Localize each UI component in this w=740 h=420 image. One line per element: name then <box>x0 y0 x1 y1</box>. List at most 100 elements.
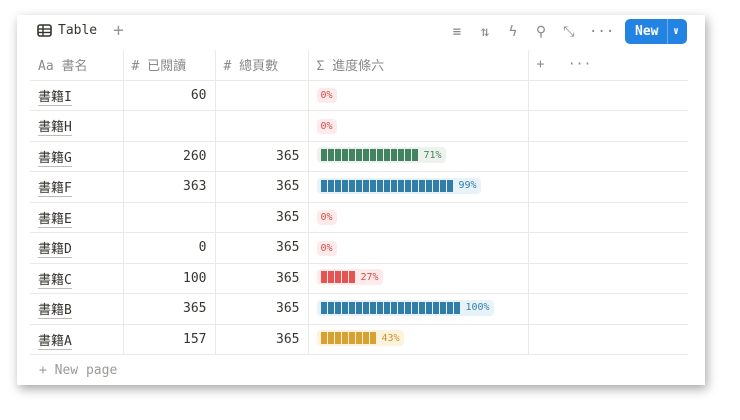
progress-block <box>341 179 348 192</box>
progress-block <box>348 271 355 284</box>
more-icon[interactable]: ··· <box>589 24 614 40</box>
progress-block <box>439 301 446 314</box>
expand-icon[interactable]: ⤡ <box>561 24 577 40</box>
row-title[interactable]: 書籍H <box>38 120 72 137</box>
column-header-total[interactable]: # 總頁數 <box>215 50 309 81</box>
progress-block <box>453 301 460 314</box>
row-title[interactable]: 書籍F <box>38 181 72 198</box>
lightning-icon[interactable]: ϟ <box>505 24 521 40</box>
progress-block <box>320 149 327 162</box>
row-title[interactable]: 書籍I <box>38 89 72 106</box>
cell-read[interactable]: 100 <box>123 263 216 294</box>
tab-table[interactable]: Table <box>37 23 97 38</box>
table-row[interactable]: 書籍I 60 0% <box>30 80 688 111</box>
cell-name[interactable]: 書籍F <box>30 171 124 203</box>
progress-label: 0% <box>320 90 333 102</box>
new-button[interactable]: New ∨ <box>625 19 687 44</box>
table-view: Table + ≡ ⇅ ϟ ⚲ ⤡ ··· New ∨ Aa 書名 # 已閱讀 … <box>17 15 705 385</box>
progress-block <box>404 149 411 162</box>
cell-name[interactable]: 書籍A <box>30 324 124 355</box>
progress-block <box>348 332 355 345</box>
search-icon[interactable]: ⚲ <box>533 24 549 40</box>
cell-total[interactable]: 365 <box>215 324 309 355</box>
progress-block <box>341 271 348 284</box>
add-column-button[interactable]: + <box>537 57 545 72</box>
progress-block <box>320 179 327 192</box>
progress-bar: 0% <box>316 88 337 104</box>
progress-bar: 99% <box>316 177 481 194</box>
new-button-label: New <box>635 24 659 39</box>
sort-icon[interactable]: ⇅ <box>477 24 493 40</box>
cell-progress: 27% <box>308 263 529 294</box>
progress-block <box>327 149 334 162</box>
cell-total[interactable]: 365 <box>215 293 309 325</box>
table-row[interactable]: 書籍H 0% <box>30 110 688 142</box>
cell-read[interactable] <box>123 202 216 233</box>
add-view-button[interactable]: + <box>113 20 124 41</box>
cell-total[interactable] <box>215 80 309 111</box>
progress-block <box>341 301 348 314</box>
cell-read[interactable]: 0 <box>123 232 216 264</box>
progress-block <box>355 332 362 345</box>
row-title[interactable]: 書籍E <box>38 211 72 228</box>
cell-progress: 100% <box>308 293 529 325</box>
cell-name[interactable]: 書籍B <box>30 293 124 325</box>
cell-read[interactable]: 157 <box>123 324 216 355</box>
cell-name[interactable]: 書籍E <box>30 202 124 233</box>
progress-block <box>320 301 327 314</box>
cell-total[interactable]: 365 <box>215 232 309 264</box>
cell-total[interactable]: 365 <box>215 141 309 172</box>
cell-read[interactable]: 60 <box>123 80 216 111</box>
table-row[interactable]: 書籍F 363 365 99% <box>30 171 688 203</box>
progress-block <box>418 301 425 314</box>
row-title[interactable]: 書籍D <box>38 242 72 259</box>
cell-read[interactable]: 365 <box>123 293 216 325</box>
row-title[interactable]: 書籍A <box>38 333 72 350</box>
table-row[interactable]: 書籍A 157 365 43% <box>30 324 688 355</box>
progress-block <box>362 149 369 162</box>
progress-block <box>355 179 362 192</box>
table-row[interactable]: 書籍D 0 365 0% <box>30 232 688 264</box>
progress-label: 0% <box>320 120 333 132</box>
progress-block <box>418 179 425 192</box>
cell-empty <box>528 293 688 325</box>
cell-read[interactable]: 260 <box>123 141 216 172</box>
cell-name[interactable]: 書籍H <box>30 110 124 142</box>
cell-name[interactable]: 書籍D <box>30 232 124 264</box>
header-label: 已閱讀 <box>147 59 187 75</box>
cell-total[interactable]: 365 <box>215 171 309 203</box>
tab-label: Table <box>58 23 98 38</box>
progress-block <box>334 332 341 345</box>
progress-bar: 100% <box>316 299 494 316</box>
column-header-progress[interactable]: Σ 進度條六 <box>308 50 529 81</box>
table-row[interactable]: 書籍C 100 365 27% <box>30 263 688 294</box>
row-title[interactable]: 書籍C <box>38 272 72 289</box>
table-row[interactable]: 書籍E 365 0% <box>30 202 688 233</box>
cell-name[interactable]: 書籍I <box>30 80 124 111</box>
cell-total[interactable] <box>215 110 309 142</box>
cell-name[interactable]: 書籍G <box>30 141 124 172</box>
filter-icon[interactable]: ≡ <box>449 24 465 40</box>
toolbar: Table + ≡ ⇅ ϟ ⚲ ⤡ ··· New ∨ <box>17 15 705 51</box>
row-title[interactable]: 書籍B <box>38 303 72 320</box>
column-header-name[interactable]: Aa 書名 <box>30 50 124 81</box>
more-icon[interactable]: ··· <box>568 57 591 72</box>
cell-name[interactable]: 書籍C <box>30 263 124 294</box>
table-row[interactable]: 書籍B 365 365 100% <box>30 293 688 325</box>
table-row[interactable]: 書籍G 260 365 71% <box>30 141 688 172</box>
row-title[interactable]: 書籍G <box>38 150 72 167</box>
cell-empty <box>528 110 688 142</box>
progress-block <box>341 149 348 162</box>
column-header-read[interactable]: # 已閱讀 <box>123 50 216 81</box>
cell-total[interactable]: 365 <box>215 263 309 294</box>
cell-empty <box>528 263 688 294</box>
cell-read[interactable]: 363 <box>123 171 216 203</box>
new-page-button[interactable]: + New page <box>39 363 117 378</box>
progress-label: 0% <box>320 242 333 254</box>
progress-block <box>446 179 453 192</box>
cell-progress: 43% <box>308 324 529 355</box>
progress-block <box>404 301 411 314</box>
cell-read[interactable] <box>123 110 216 142</box>
cell-total[interactable]: 365 <box>215 202 309 233</box>
chevron-down-icon[interactable]: ∨ <box>667 19 679 44</box>
